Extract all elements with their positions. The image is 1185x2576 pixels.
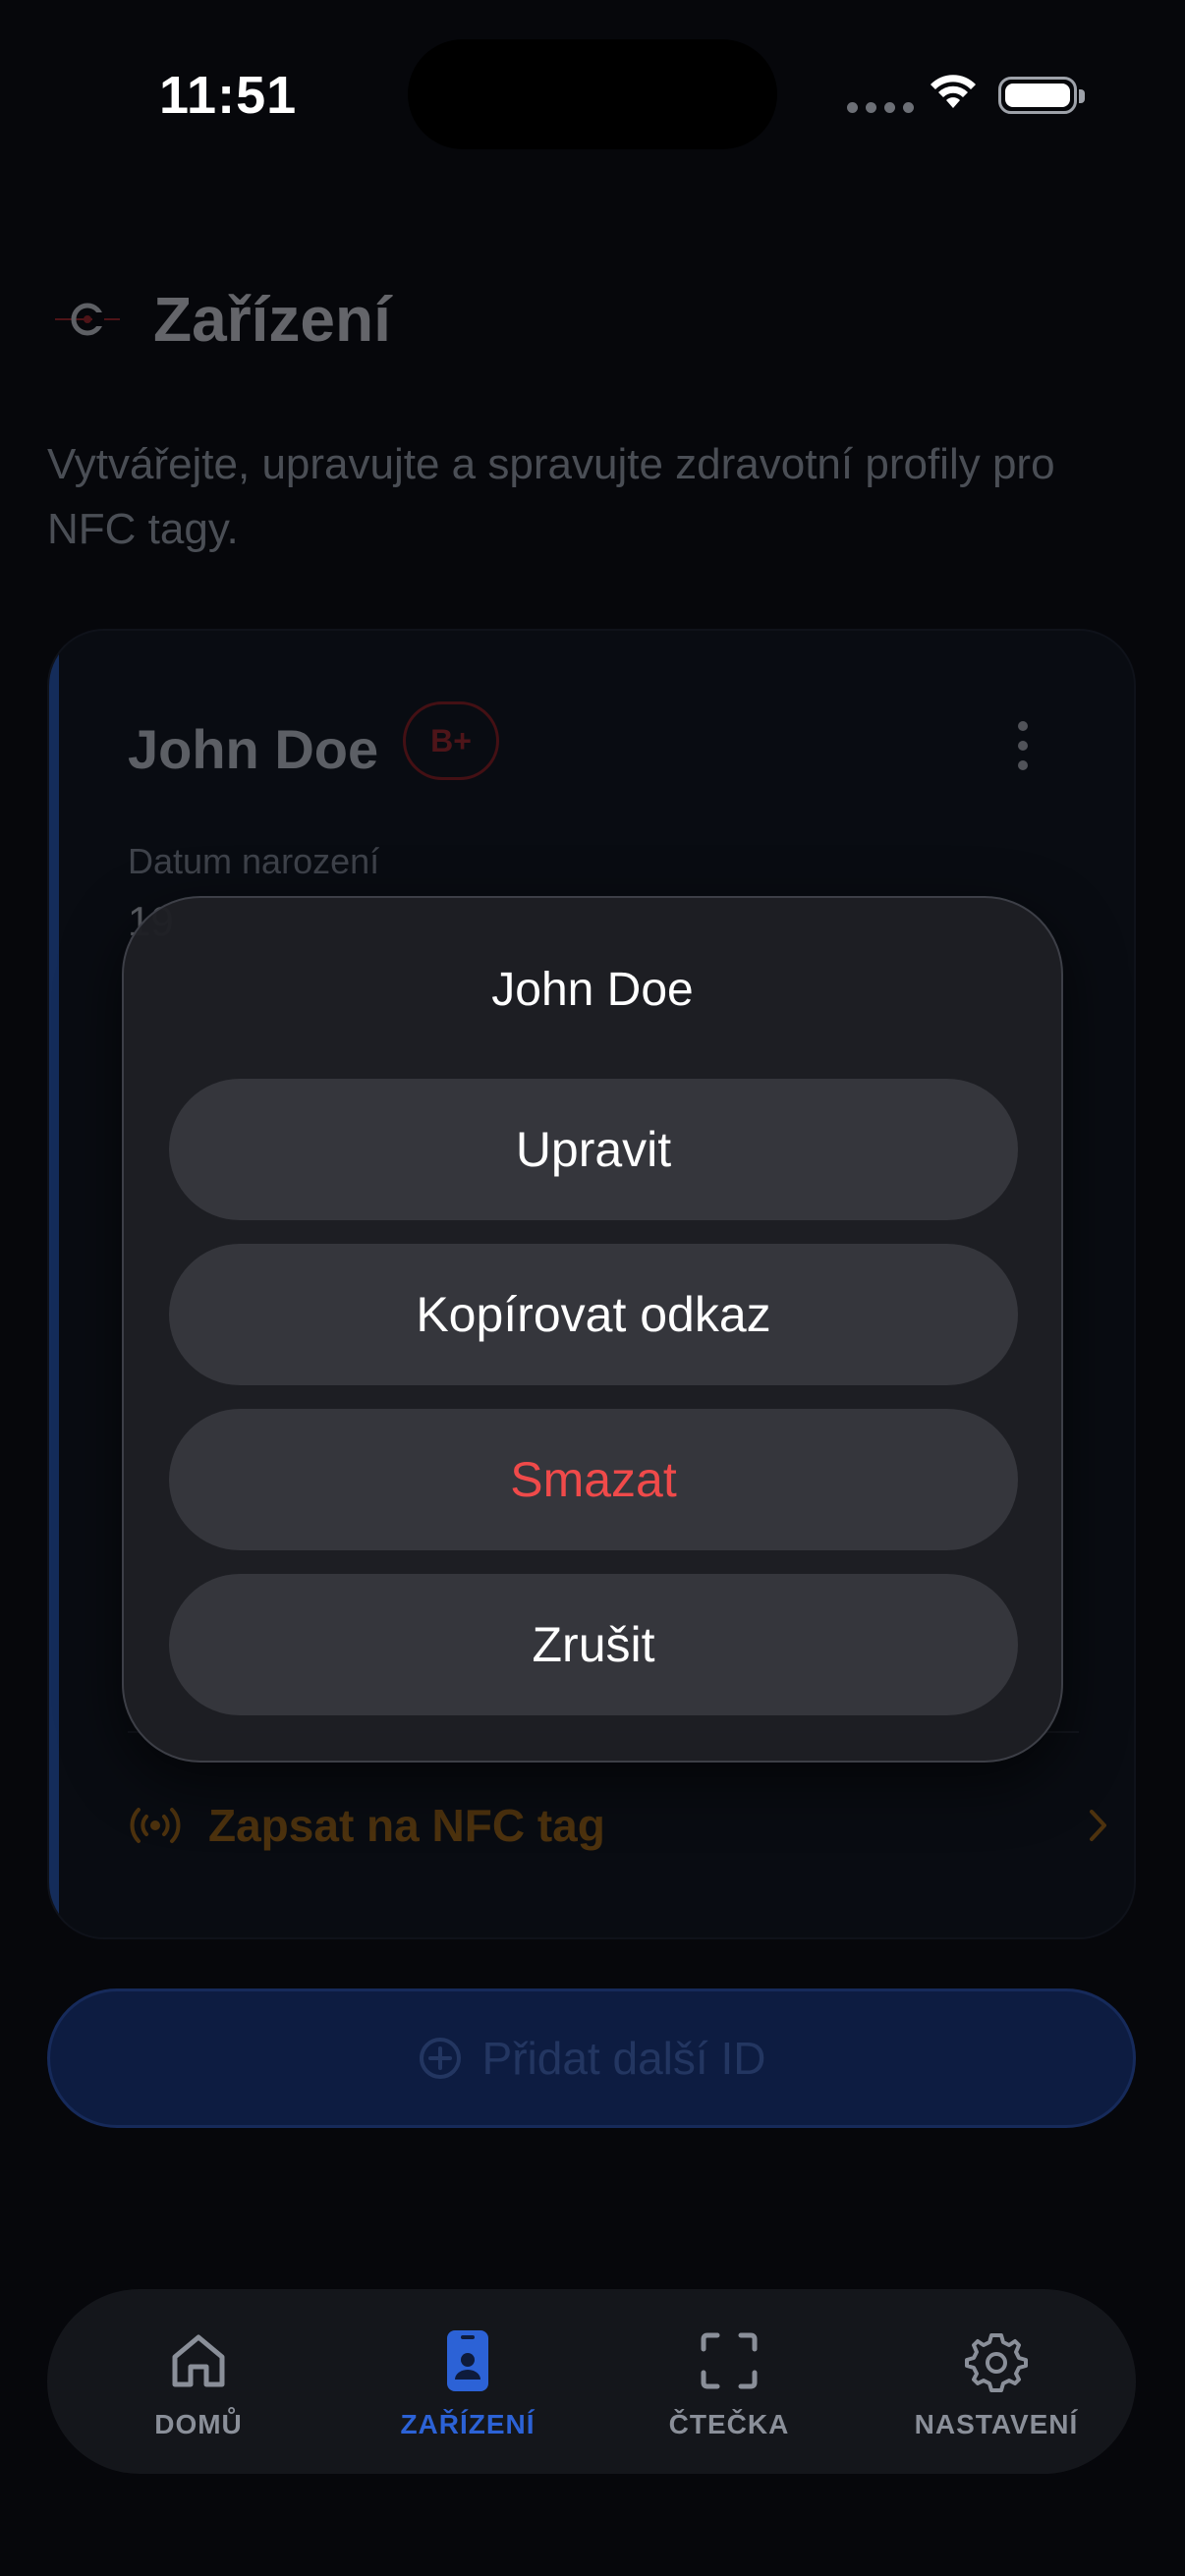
wifi-icon xyxy=(931,75,976,108)
tab-devices-label: ZAŘÍZENÍ xyxy=(400,2409,536,2439)
delete-button[interactable]: Smazat xyxy=(169,1409,1018,1550)
battery-icon xyxy=(998,77,1085,114)
page-title: Zařízení xyxy=(153,284,391,355)
status-time: 11:51 xyxy=(159,66,298,125)
action-sheet: John Doe Upravit Kopírovat odkaz Smazat … xyxy=(122,896,1063,1763)
card-accent-bar xyxy=(49,631,59,1937)
blood-type-badge: B+ xyxy=(403,701,499,780)
copy-link-button[interactable]: Kopírovat odkaz xyxy=(169,1244,1018,1385)
app-logo-icon xyxy=(55,303,120,336)
action-sheet-title: John Doe xyxy=(491,964,694,1016)
nfc-waves-icon xyxy=(130,1808,181,1843)
dob-label: Datum narození xyxy=(128,841,380,881)
chevron-right-icon xyxy=(1090,1810,1106,1841)
gear-icon xyxy=(965,2333,1028,2392)
add-id-label: Přidat další ID xyxy=(481,2033,766,2084)
dynamic-island xyxy=(408,39,777,149)
cancel-button[interactable]: Zrušit xyxy=(169,1574,1018,1715)
add-id-button[interactable]: Přidat další ID xyxy=(47,1988,1136,2128)
profile-name: John Doe xyxy=(128,718,379,780)
home-icon xyxy=(172,2334,225,2387)
tab-home-label: DOMŮ xyxy=(154,2409,243,2439)
more-options-icon[interactable] xyxy=(1018,721,1028,770)
scan-frame-icon xyxy=(701,2332,758,2389)
cellular-signal-icon xyxy=(847,102,914,113)
tab-reader[interactable]: ČTEČKA xyxy=(621,2289,837,2474)
plus-circle-icon xyxy=(419,2038,461,2079)
write-nfc-button[interactable]: Zapsat na NFC tag xyxy=(128,1786,1110,1865)
tab-settings-label: NASTAVENÍ xyxy=(914,2409,1079,2439)
tab-settings[interactable]: NASTAVENÍ xyxy=(888,2289,1104,2474)
phone-badge-icon xyxy=(447,2330,488,2391)
edit-button[interactable]: Upravit xyxy=(169,1079,1018,1220)
tab-home[interactable]: DOMŮ xyxy=(90,2289,307,2474)
tab-devices[interactable]: ZAŘÍZENÍ xyxy=(360,2289,576,2474)
tab-reader-label: ČTEČKA xyxy=(668,2409,790,2439)
write-nfc-label: Zapsat na NFC tag xyxy=(208,1800,605,1851)
bottom-tab-bar: DOMŮ ZAŘÍZENÍ ČTEČKA NASTAVENÍ xyxy=(47,2289,1136,2474)
page-description: Vytvářejte, upravujte a spravujte zdravo… xyxy=(47,440,1055,553)
